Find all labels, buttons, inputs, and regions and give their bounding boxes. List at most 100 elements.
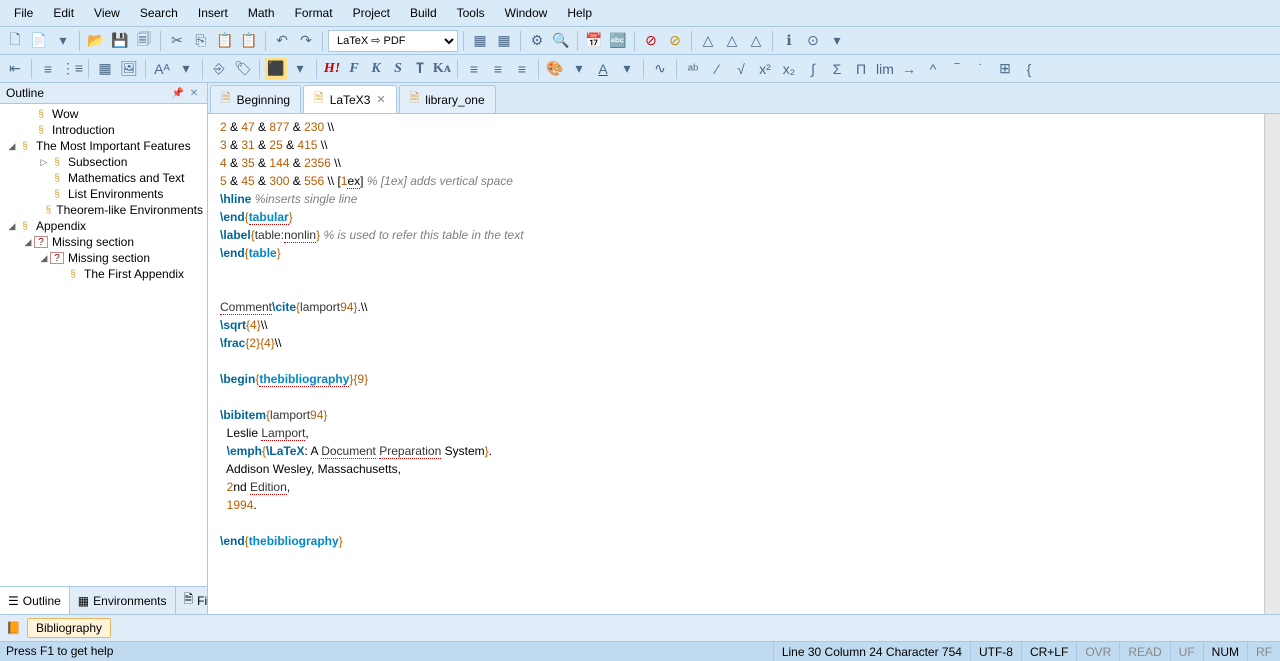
tree-item[interactable]: ◢?Missing section <box>0 250 207 266</box>
math-ab-icon[interactable]: ᵃᵇ <box>682 58 704 80</box>
dropdown4-icon[interactable]: ▾ <box>289 58 311 80</box>
tree-item[interactable]: ▷§Subsection <box>0 154 207 170</box>
stop2-icon[interactable]: ⊘ <box>664 30 686 52</box>
tree-item[interactable]: §List Environments <box>0 186 207 202</box>
math-sub-icon[interactable]: x₂ <box>778 58 800 80</box>
dropdown3-icon[interactable]: ▾ <box>175 58 197 80</box>
open-icon[interactable]: 📂 <box>85 30 107 52</box>
editor-tab[interactable]: 🗎library_one <box>399 85 496 113</box>
build-icon[interactable]: ▦ <box>469 30 491 52</box>
tree-twisty-icon[interactable]: ◢ <box>38 253 50 264</box>
italic-icon[interactable]: K <box>366 58 386 80</box>
info-icon[interactable]: ⊙ <box>802 30 824 52</box>
sidebar-tab-environments[interactable]: ▦Environments <box>70 587 176 614</box>
fillcolor-icon[interactable]: 🎨 <box>544 58 566 80</box>
fontsize-icon[interactable]: Aᴬ <box>151 58 173 80</box>
tree-twisty-icon[interactable]: ▷ <box>38 157 50 168</box>
compile-icon[interactable]: ⚙ <box>526 30 548 52</box>
table-icon[interactable]: ▦ <box>94 58 116 80</box>
outdent-icon[interactable]: ⇤ <box>4 58 26 80</box>
save-icon[interactable]: 💾 <box>109 30 131 52</box>
math-vec-icon[interactable]: → <box>898 58 920 80</box>
undo-icon[interactable]: ↶ <box>271 30 293 52</box>
stop-icon[interactable]: ⊘ <box>640 30 662 52</box>
tree-item[interactable]: §The First Appendix <box>0 266 207 282</box>
editor-tab[interactable]: 🗎LaTeX3✕ <box>303 85 397 113</box>
copy-icon[interactable]: ⎘ <box>190 30 212 52</box>
editor-tab[interactable]: 🗎Beginning <box>210 85 301 113</box>
menu-tools[interactable]: Tools <box>447 2 495 24</box>
menu-build[interactable]: Build <box>400 2 447 24</box>
math-sqrt-icon[interactable]: √ <box>730 58 752 80</box>
paste-special-icon[interactable]: 📋 <box>238 30 260 52</box>
smallcaps-icon[interactable]: Kᴀ <box>432 58 452 80</box>
scrollbar-vertical[interactable] <box>1264 114 1280 614</box>
nav1-icon[interactable]: △ <box>697 30 719 52</box>
pin-icon[interactable]: 📌 <box>171 86 185 100</box>
math-dot-icon[interactable]: ˙ <box>970 58 992 80</box>
math-bar-icon[interactable]: ‾ <box>946 58 968 80</box>
status-eol[interactable]: CR+LF <box>1021 642 1076 661</box>
cut-icon[interactable]: ✂ <box>166 30 188 52</box>
bold-icon[interactable]: F <box>344 58 364 80</box>
code-editor[interactable]: 2 & 47 & 877 & 230 \\3 & 31 & 25 & 415 \… <box>208 114 1280 614</box>
tree-twisty-icon[interactable]: ◢ <box>6 221 18 232</box>
redo-icon[interactable]: ↷ <box>295 30 317 52</box>
tree-item[interactable]: §Introduction <box>0 122 207 138</box>
tree-item[interactable]: §Theorem-like Environments <box>0 202 207 218</box>
tree-item[interactable]: ◢§Appendix <box>0 218 207 234</box>
image-icon[interactable]: 🖼 <box>118 58 140 80</box>
close-icon[interactable]: ✕ <box>187 86 201 100</box>
new-doc-icon[interactable]: 📄 <box>28 30 50 52</box>
math-cases-icon[interactable]: { <box>1018 58 1040 80</box>
menu-file[interactable]: File <box>4 2 43 24</box>
dropdown2-icon[interactable]: ▾ <box>826 30 848 52</box>
paste-icon[interactable]: 📋 <box>214 30 236 52</box>
math-matrix-icon[interactable]: ⊞ <box>994 58 1016 80</box>
menu-project[interactable]: Project <box>343 2 400 24</box>
bullets-icon[interactable]: ≡ <box>37 58 59 80</box>
math-int-icon[interactable]: ∫ <box>802 58 824 80</box>
tree-twisty-icon[interactable]: ◢ <box>22 237 34 248</box>
highlight-icon[interactable]: ⬛ <box>265 58 287 80</box>
tree-item[interactable]: §Mathematics and Text <box>0 170 207 186</box>
math-hat-icon[interactable]: ^ <box>922 58 944 80</box>
menu-insert[interactable]: Insert <box>188 2 238 24</box>
menu-math[interactable]: Math <box>238 2 285 24</box>
math-frac-icon[interactable]: ⁄ <box>706 58 728 80</box>
math-sum-icon[interactable]: Σ <box>826 58 848 80</box>
tree-twisty-icon[interactable]: ◢ <box>6 141 18 152</box>
nav3-icon[interactable]: △ <box>745 30 767 52</box>
menu-search[interactable]: Search <box>130 2 188 24</box>
new-icon[interactable]: 🗋 <box>4 30 26 52</box>
align-left-icon[interactable]: ≡ <box>463 58 485 80</box>
menu-edit[interactable]: Edit <box>43 2 84 24</box>
close-tab-icon[interactable]: ✕ <box>376 93 385 106</box>
view-icon[interactable]: 🔍 <box>550 30 572 52</box>
tree-item[interactable]: ◢§The Most Important Features <box>0 138 207 154</box>
menu-window[interactable]: Window <box>495 2 558 24</box>
tt-icon[interactable]: T <box>410 58 430 80</box>
heading-icon[interactable]: H! <box>322 58 342 80</box>
status-encoding[interactable]: UTF-8 <box>970 642 1021 661</box>
menu-format[interactable]: Format <box>285 2 343 24</box>
dropdown6-icon[interactable]: ▾ <box>616 58 638 80</box>
help-icon[interactable]: ℹ <box>778 30 800 52</box>
bibliography-button[interactable]: Bibliography <box>27 618 111 638</box>
nav2-icon[interactable]: △ <box>721 30 743 52</box>
menu-help[interactable]: Help <box>557 2 602 24</box>
align-center-icon[interactable]: ≡ <box>487 58 509 80</box>
slanted-icon[interactable]: S <box>388 58 408 80</box>
math-sup-icon[interactable]: x² <box>754 58 776 80</box>
textcolor-icon[interactable]: A <box>592 58 614 80</box>
compiler-select[interactable]: LaTeX ⇨ PDF <box>328 30 458 52</box>
math-lim-icon[interactable]: lim <box>874 58 896 80</box>
dropdown-icon[interactable]: ▾ <box>52 30 74 52</box>
calendar-icon[interactable]: 📅 <box>583 30 605 52</box>
math-prod-icon[interactable]: Π <box>850 58 872 80</box>
dropdown5-icon[interactable]: ▾ <box>568 58 590 80</box>
numbers-icon[interactable]: ⋮≡ <box>61 58 83 80</box>
tree-item[interactable]: ◢?Missing section <box>0 234 207 250</box>
check-icon[interactable]: 🔤 <box>607 30 629 52</box>
sidebar-tab-outline[interactable]: ☰Outline <box>0 587 70 614</box>
